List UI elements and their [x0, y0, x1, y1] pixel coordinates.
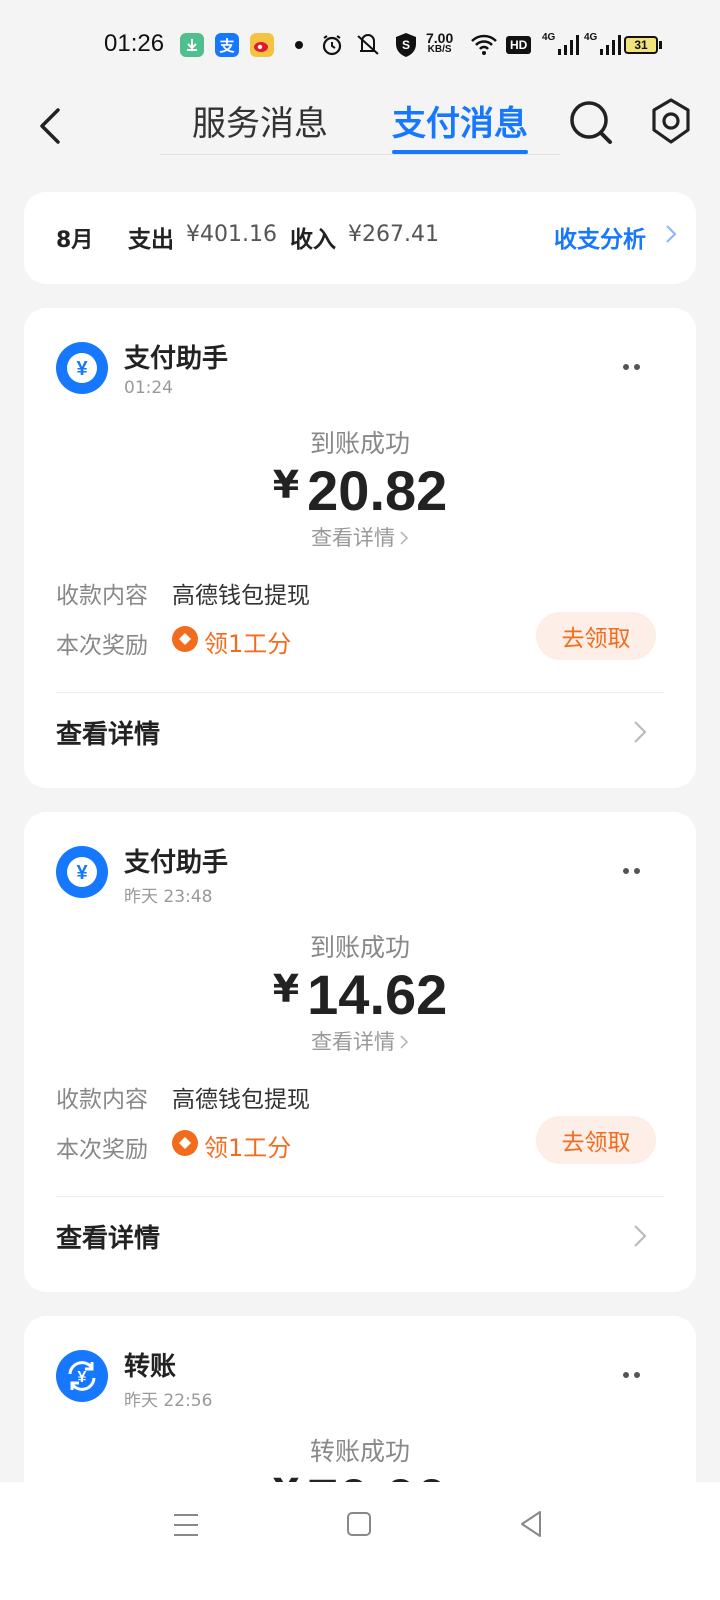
menu-icon[interactable] — [172, 1510, 200, 1540]
view-details-footer[interactable]: 查看详情 — [56, 714, 160, 751]
hd-icon: HD — [506, 32, 532, 58]
card-title: 支付助手 — [124, 344, 229, 374]
transaction-status: 到账成功 — [309, 933, 410, 962]
card-title: 转账 — [124, 1352, 177, 1382]
expense-label: 支出 — [128, 227, 174, 253]
receipt-content-label: 收款内容 — [56, 583, 148, 609]
alarm-icon — [320, 32, 344, 58]
income-label: 收入 — [290, 227, 336, 253]
amount-value: 14.62 — [307, 963, 448, 1026]
status-bar: 01:26 支 S 7.00 KB/S HD 4G 4G 31 — [0, 0, 720, 90]
currency-symbol: ¥ — [272, 967, 300, 1011]
mute-icon — [354, 32, 382, 58]
header: 服务消息 支付消息 — [0, 90, 720, 168]
svg-text:¥: ¥ — [78, 1369, 87, 1386]
chevron-right-icon — [400, 531, 409, 545]
chevron-right-icon[interactable] — [632, 718, 648, 746]
reward-label: 本次奖励 — [56, 633, 148, 659]
transaction-amount: ¥20.82 — [24, 458, 696, 523]
claim-reward-button[interactable]: 去领取 — [536, 1116, 656, 1164]
payment-message-card: ¥ 支付助手 昨天 23:48 到账成功 ¥14.62 查看详情 收款内容 高德… — [24, 812, 696, 1292]
tab-payment-messages[interactable]: 支付消息 — [392, 92, 528, 148]
active-tab-indicator — [392, 150, 528, 154]
income-expense-analysis-link[interactable]: 收支分析 — [554, 220, 646, 254]
wifi-icon — [470, 32, 498, 58]
battery-icon: 31 — [624, 32, 662, 58]
back-triangle-icon[interactable] — [518, 1508, 544, 1540]
payment-assistant-avatar: ¥ — [56, 846, 108, 898]
receipt-content-value: 高德钱包提现 — [172, 583, 310, 609]
signal-icon: 4G — [542, 32, 580, 58]
reward-diamond-icon — [172, 626, 198, 652]
vpn-shield-icon: S — [394, 32, 418, 58]
status-time: 01:26 — [104, 30, 165, 57]
reward-label: 本次奖励 — [56, 1137, 148, 1163]
reward-text: 领1工分 — [204, 1134, 292, 1162]
view-details-footer[interactable]: 查看详情 — [56, 1218, 160, 1255]
card-time: 昨天 23:48 — [124, 887, 213, 907]
amount-value: 20.82 — [307, 459, 448, 522]
more-options-icon[interactable] — [622, 1364, 642, 1378]
reward-text: 领1工分 — [204, 630, 292, 658]
reward-diamond-icon — [172, 1130, 198, 1156]
divider — [56, 692, 664, 693]
dot-icon — [294, 32, 304, 58]
receipt-content-label: 收款内容 — [56, 1087, 148, 1113]
payment-assistant-avatar: ¥ — [56, 342, 108, 394]
view-details-link[interactable]: 查看详情 — [24, 522, 696, 552]
svg-text:S: S — [402, 38, 410, 52]
payment-message-card: ¥ 支付助手 01:24 到账成功 ¥20.82 查看详情 收款内容 高德钱包提… — [24, 308, 696, 788]
weibo-app-icon — [250, 33, 274, 57]
chevron-right-icon — [400, 1035, 409, 1049]
more-options-icon[interactable] — [622, 860, 642, 874]
income-value: ¥267.41 — [348, 222, 439, 247]
gear-icon[interactable] — [646, 96, 696, 146]
card-time: 01:24 — [124, 378, 173, 398]
currency-symbol: ¥ — [272, 463, 300, 507]
transaction-status: 到账成功 — [309, 429, 410, 458]
monthly-summary-card: 8月 支出 ¥401.16 收入 ¥267.41 收支分析 — [24, 192, 696, 284]
summary-month: 8月 — [56, 228, 94, 253]
tab-service-messages[interactable]: 服务消息 — [192, 92, 328, 148]
search-icon[interactable] — [566, 96, 618, 148]
system-navigation-bar — [0, 1482, 720, 1600]
card-title: 支付助手 — [124, 848, 229, 878]
transaction-amount: ¥14.62 — [24, 962, 696, 1027]
receipt-content-value: 高德钱包提现 — [172, 1087, 310, 1113]
chevron-right-icon[interactable] — [664, 222, 678, 246]
more-options-icon[interactable] — [622, 356, 642, 370]
back-icon[interactable] — [32, 98, 72, 158]
tab-divider — [160, 154, 560, 155]
expense-value: ¥401.16 — [186, 222, 277, 247]
net-speed: 7.00 KB/S — [426, 30, 454, 55]
home-square-icon[interactable] — [346, 1510, 372, 1538]
claim-reward-button[interactable]: 去领取 — [536, 612, 656, 660]
divider — [56, 1196, 664, 1197]
view-details-link[interactable]: 查看详情 — [24, 1026, 696, 1056]
svg-text:¥: ¥ — [76, 358, 88, 380]
transfer-avatar: ¥ — [56, 1350, 108, 1402]
card-time: 昨天 22:56 — [124, 1391, 213, 1411]
alipay-app-icon: 支 — [215, 33, 239, 57]
svg-text:¥: ¥ — [76, 862, 88, 884]
signal-icon-2: 4G — [584, 32, 622, 58]
transaction-status: 转账成功 — [309, 1437, 410, 1466]
download-app-icon — [180, 33, 204, 57]
chevron-right-icon[interactable] — [632, 1222, 648, 1250]
